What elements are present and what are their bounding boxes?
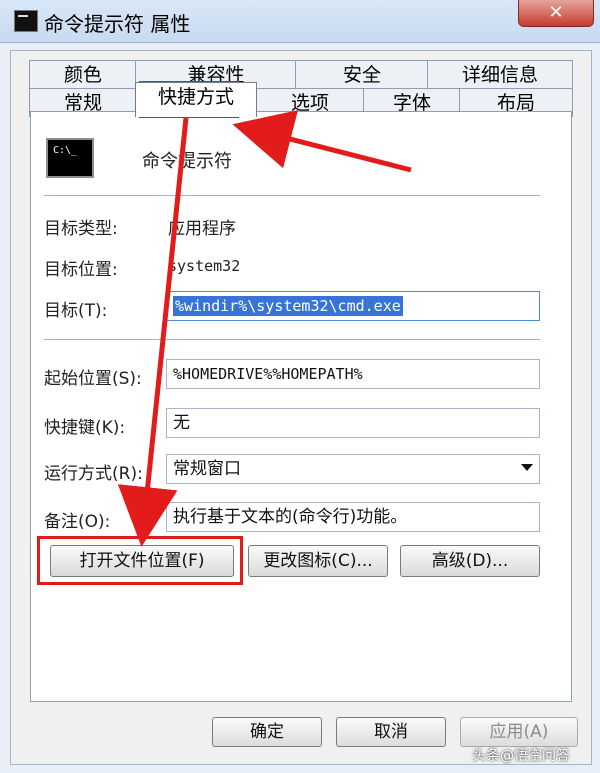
- title-bar: 命令提示符 属性 ✕: [0, 0, 600, 43]
- window-title: 命令提示符 属性: [44, 12, 191, 36]
- command-prompt-large-icon: [46, 138, 94, 178]
- hotkey-input[interactable]: 无: [166, 408, 540, 438]
- separator-top: [44, 195, 540, 196]
- shortcut-name: 命令提示符: [142, 151, 232, 172]
- hotkey-label: 快捷键(K):: [44, 418, 126, 438]
- tab-details[interactable]: 详细信息: [427, 60, 573, 89]
- comment-label: 备注(O):: [44, 512, 111, 532]
- ok-button[interactable]: 确定: [212, 717, 322, 747]
- separator-middle: [44, 339, 540, 340]
- selected-target-text: %windir%\system32\cmd.exe: [173, 296, 403, 316]
- run-selected-value: 常规窗口: [173, 459, 241, 479]
- tab-security[interactable]: 安全: [295, 60, 429, 89]
- comment-input[interactable]: 执行基于文本的(命令行)功能。: [166, 502, 540, 532]
- target-type-label: 目标类型:: [44, 219, 118, 239]
- change-icon-button[interactable]: 更改图标(C)...: [248, 545, 388, 577]
- target-label: 目标(T):: [44, 301, 108, 321]
- target-type-value: 应用程序: [168, 219, 236, 239]
- properties-window: 命令提示符 属性 ✕ 颜色 兼容性 安全 详细信息 常规 快捷方式 选项 字体 …: [0, 0, 600, 773]
- target-location-value: system32: [168, 257, 241, 275]
- target-input[interactable]: %windir%\system32\cmd.exe: [166, 291, 540, 321]
- apply-button[interactable]: 应用(A): [460, 717, 578, 747]
- open-location-callout: [37, 536, 243, 585]
- command-prompt-icon: [14, 10, 38, 32]
- chevron-down-icon: [521, 464, 533, 471]
- watermark: 头条@悟空问答: [472, 748, 570, 764]
- start-in-label: 起始位置(S):: [44, 369, 142, 389]
- advanced-button[interactable]: 高级(D)...: [400, 545, 540, 577]
- target-location-label: 目标位置:: [44, 260, 118, 280]
- run-label: 运行方式(R):: [44, 464, 143, 484]
- shortcut-panel: [30, 111, 572, 702]
- start-in-input[interactable]: %HOMEDRIVE%%HOMEPATH%: [166, 359, 540, 389]
- close-button[interactable]: ✕: [518, 0, 594, 27]
- cancel-button[interactable]: 取消: [336, 717, 446, 747]
- tab-shortcut[interactable]: 快捷方式: [135, 82, 257, 117]
- tab-colors[interactable]: 颜色: [29, 60, 137, 89]
- run-select[interactable]: 常规窗口: [166, 454, 540, 484]
